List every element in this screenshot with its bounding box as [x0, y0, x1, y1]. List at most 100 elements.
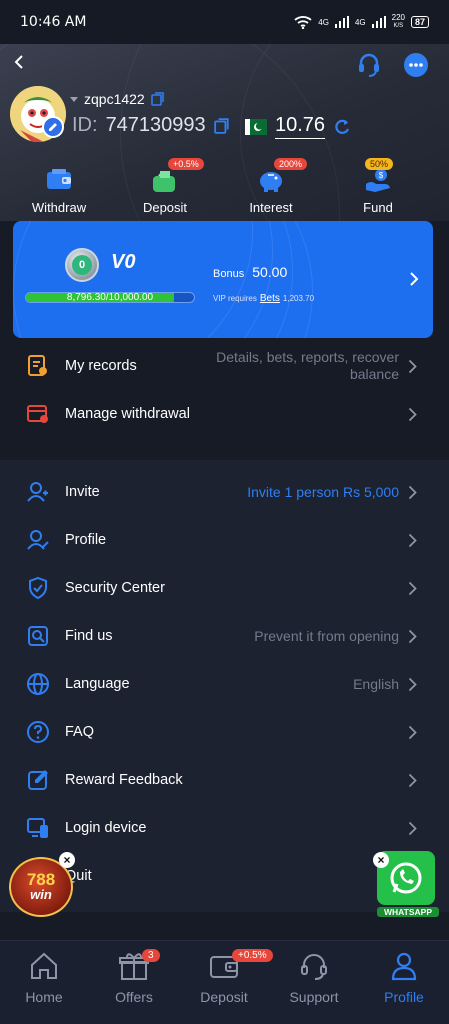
vip-card[interactable]: 0 V0 8,796.30/10,000.00 Bonus 50.00 VIP … — [13, 221, 433, 338]
bottom-navigation: Home 3 Offers +0.5% Deposit Support Prof… — [0, 940, 449, 1024]
chevron-right-icon — [408, 407, 417, 421]
speed-readout: 220 K/S — [392, 14, 405, 30]
refresh-icon[interactable] — [333, 118, 351, 136]
profile-icon — [27, 530, 49, 550]
vip-progress-text: 8,796.30/10,000.00 — [66, 292, 154, 303]
customer-service-icon[interactable] — [356, 52, 382, 78]
edit-avatar-button[interactable] — [42, 116, 64, 138]
user-id-row: ID: 747130993 — [72, 114, 230, 137]
interest-badge: 200% — [274, 158, 308, 170]
username-row: zqpc1422 — [70, 91, 165, 107]
chat-icon[interactable] — [403, 52, 429, 78]
chevron-right-icon — [408, 773, 417, 787]
vip-medal-icon: 0 — [65, 248, 99, 282]
chevron-right-icon — [408, 485, 417, 499]
fund-label: Fund — [363, 200, 393, 215]
network-label: 4G — [318, 17, 329, 27]
manage-withdrawal-row[interactable]: Manage withdrawal — [0, 390, 449, 438]
shield-icon — [29, 576, 47, 600]
bets-value: 1,203.70 — [282, 294, 315, 303]
user-id: 747130993 — [105, 114, 206, 136]
invite-value: Invite 1 person Rs 5,000 — [247, 484, 399, 500]
interest-button[interactable]: 200% Interest — [226, 158, 316, 215]
chevron-right-icon — [410, 272, 419, 286]
find-us-row[interactable]: Find us Prevent it from opening — [0, 612, 449, 660]
headset-icon — [301, 954, 327, 980]
copy-icon[interactable] — [150, 92, 165, 106]
vip-medal-number: 0 — [72, 255, 92, 275]
chevron-right-icon — [408, 725, 417, 739]
nav-support-label: Support — [289, 989, 339, 1005]
language-value: English — [353, 676, 399, 692]
chevron-right-icon — [408, 629, 417, 643]
nav-profile-label: Profile — [384, 989, 424, 1005]
person-icon — [391, 952, 417, 981]
my-records-label: My records — [65, 358, 137, 374]
close-whatsapp-icon[interactable]: × — [373, 852, 389, 868]
nav-deposit[interactable]: +0.5% Deposit — [184, 949, 273, 1005]
home-icon — [31, 952, 57, 979]
nav-support[interactable]: Support — [274, 951, 354, 1005]
nav-offers[interactable]: 3 Offers — [94, 949, 174, 1005]
deposit-nav-badge: +0.5% — [232, 949, 273, 962]
devices-icon — [27, 818, 48, 838]
language-label: Language — [65, 676, 130, 692]
deposit-label: Deposit — [142, 200, 188, 215]
vip-level: V0 — [111, 251, 136, 273]
fund-badge: 50% — [365, 158, 394, 170]
deposit-badge: +0.5% — [168, 158, 204, 170]
bets-link[interactable]: Bets — [260, 293, 280, 304]
nav-offers-label: Offers — [115, 989, 153, 1005]
bonus-value: 50.00 — [252, 264, 288, 280]
invite-icon — [27, 482, 48, 502]
chevron-right-icon — [408, 533, 417, 547]
promo-line2: win — [30, 887, 52, 902]
language-row[interactable]: Language English — [0, 660, 449, 708]
invite-row[interactable]: Invite Invite 1 person Rs 5,000 — [0, 468, 449, 516]
manage-withdrawal-icon — [27, 405, 48, 423]
login-device-row[interactable]: Login device — [0, 804, 449, 852]
fund-button[interactable]: 50% $ Fund — [333, 158, 423, 215]
interest-label: Interest — [249, 200, 293, 215]
speed-value: 220 — [391, 13, 405, 22]
whatsapp-label: WHATSAPP — [377, 907, 439, 917]
edit-feedback-icon — [28, 770, 48, 790]
deposit-button[interactable]: +0.5% Deposit — [120, 158, 210, 215]
reward-feedback-row[interactable]: Reward Feedback — [0, 756, 449, 804]
withdraw-label: Withdraw — [31, 200, 87, 215]
profile-row[interactable]: Profile — [0, 516, 449, 564]
back-arrow-icon[interactable] — [12, 54, 26, 70]
find-us-value: Prevent it from opening — [254, 628, 399, 644]
username: zqpc1422 — [84, 91, 145, 107]
id-label: ID: — [72, 114, 98, 136]
my-records-row[interactable]: My records Details, bets, reports, recov… — [0, 342, 449, 390]
nav-profile[interactable]: Profile — [364, 951, 444, 1005]
close-promo-icon[interactable]: × — [59, 852, 75, 868]
hand-coin-icon: $ — [366, 169, 390, 192]
reward-feedback-label: Reward Feedback — [65, 772, 183, 788]
offers-badge: 3 — [142, 949, 160, 962]
profile-label: Profile — [65, 532, 107, 548]
faq-label: FAQ — [65, 724, 95, 740]
status-icons: 4G 4G 220 K/S 87 — [294, 14, 429, 30]
wallet-icon — [47, 169, 71, 189]
globe-icon — [27, 673, 49, 695]
pencil-icon — [49, 123, 57, 131]
promo-line1: 788 — [26, 870, 56, 889]
copy-id-icon[interactable] — [213, 117, 230, 134]
bonus-label: Bonus — [213, 268, 245, 280]
nav-deposit-label: Deposit — [200, 989, 248, 1005]
security-center-row[interactable]: Security Center — [0, 564, 449, 612]
money-bag-icon — [153, 171, 175, 192]
security-center-label: Security Center — [65, 580, 165, 596]
pakistan-flag-icon — [245, 118, 267, 135]
vip-bonus: Bonus 50.00 — [213, 264, 287, 280]
nav-home[interactable]: Home — [4, 951, 84, 1005]
status-bar: 10:46 AM 4G 4G 220 K/S 87 — [0, 0, 449, 44]
profile-header: zqpc1422 ID: 747130993 10.76 Withdraw +0… — [0, 44, 449, 221]
nav-home-label: Home — [25, 989, 63, 1005]
faq-row[interactable]: FAQ — [0, 708, 449, 756]
login-device-label: Login device — [65, 820, 147, 836]
withdraw-button[interactable]: Withdraw — [14, 166, 104, 215]
wifi-icon — [294, 16, 312, 29]
